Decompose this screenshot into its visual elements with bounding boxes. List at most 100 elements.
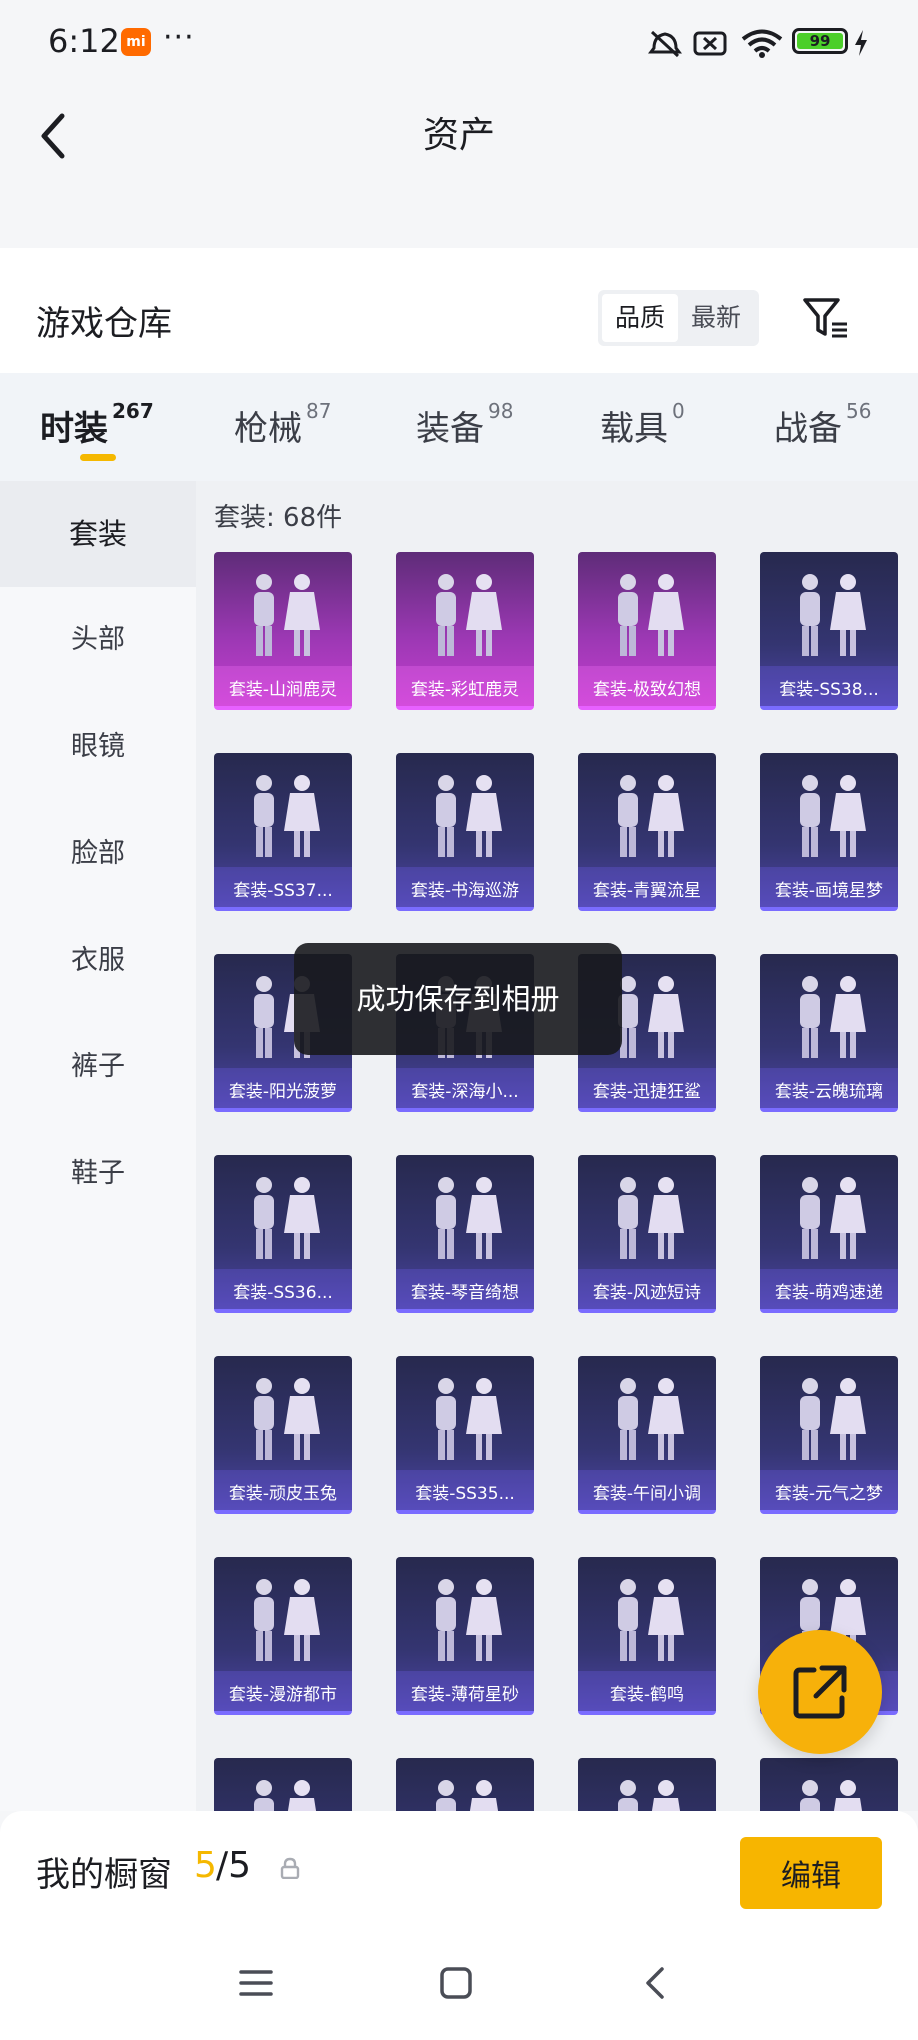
outfit-thumbnail-icon [436,1579,502,1661]
outfit-name: 套装-阳光菠萝 [228,1082,338,1102]
outfit-card[interactable]: 套装-云魄琉璃 [760,954,898,1112]
tab-count: 56 [846,399,872,423]
outfit-name: 套装-青翼流星 [592,881,702,901]
active-tab-indicator [80,454,116,461]
outfit-card[interactable]: 套装-元气之梦 [760,1356,898,1514]
tab-count: 0 [672,399,685,423]
wifi-icon [741,29,783,58]
outfit-thumbnail-icon [800,574,866,656]
sidebar-item-head[interactable]: 头部 [0,587,196,693]
tab-label: 时装 [40,409,108,449]
outfit-thumbnail-icon [618,1579,684,1661]
outfit-card[interactable]: 套装-风迹短诗 [578,1155,716,1313]
item-grid-panel: 套装: 68件 套装-山涧鹿灵 套装-彩虹鹿灵 套装-极致幻想 套装-SS38... 套… [196,481,918,1811]
sidebar-item-glasses[interactable]: 眼镜 [0,694,196,800]
edit-button[interactable]: 编辑 [740,1837,882,1909]
outfit-card[interactable]: 套装-青翼流星 [578,753,716,911]
outfit-name: 套装-迅捷狂鲨 [592,1082,702,1102]
outfit-thumbnail-icon [800,1378,866,1460]
tab-vehicles[interactable]: 载具 0 [600,399,685,450]
tab-weapons[interactable]: 枪械 87 [234,399,332,450]
sidebar-item-pants[interactable]: 裤子 [0,1014,196,1120]
showcase-label: 我的橱窗 [36,1855,172,1895]
outfit-name: 套装-午间小调 [592,1484,702,1504]
outfit-card[interactable] [396,1758,534,1811]
tab-label: 装备 [416,409,484,449]
sidebar-item-suits[interactable]: 套装 [0,481,196,587]
tab-count: 98 [488,399,514,423]
outfit-name: 套装-极致幻想 [592,680,702,700]
outfit-name: 套装-云魄琉璃 [774,1082,884,1102]
share-button[interactable] [758,1630,882,1754]
outfit-thumbnail-icon [618,775,684,857]
category-tabs: 时装 267 枪械 87 装备 98 载具 0 战备 56 [0,373,918,481]
battery-icon: 99 [792,28,848,54]
outfit-thumbnail-icon [800,775,866,857]
outfit-card[interactable]: 套装-彩虹鹿灵 [396,552,534,710]
sidebar-item-face[interactable]: 脸部 [0,801,196,907]
showcase-current-count: 5 [194,1845,217,1886]
outfit-thumbnail-icon [254,775,320,857]
outfit-card[interactable]: 套装-SS38... [760,552,898,710]
outfit-card[interactable]: 套装-午间小调 [578,1356,716,1514]
outfit-name: 套装-萌鸡速递 [774,1283,884,1303]
toast-message: 成功保存到相册 [294,943,622,1055]
outfit-name: 套装-深海小... [411,1082,519,1102]
charging-icon [855,30,867,56]
outfit-card[interactable] [760,1758,898,1811]
tab-supplies[interactable]: 战备 56 [774,399,872,450]
outfit-card[interactable]: 套装-琴音绮想 [396,1155,534,1313]
outfit-thumbnail-icon [618,1378,684,1460]
tab-count: 267 [112,399,154,423]
status-bar: 6:12 mi ··· 99 [0,0,918,84]
back-icon[interactable] [638,1965,674,2001]
outfit-card[interactable]: 套装-鹤鸣 [578,1557,716,1715]
outfit-name: 套装-彩虹鹿灵 [410,680,520,700]
outfit-thumbnail-icon [254,1579,320,1661]
outfit-card[interactable] [578,1758,716,1811]
tab-fashion[interactable]: 时装 267 [40,399,154,450]
outfit-card[interactable]: 套装-萌鸡速递 [760,1155,898,1313]
outfit-name: 套装-漫游都市 [228,1685,338,1705]
showcase-total-count: /5 [216,1845,252,1886]
app-header: 资产 [0,84,918,248]
outfit-card[interactable]: 套装-SS36... [214,1155,352,1313]
menu-icon[interactable] [238,1965,274,2001]
outfit-card[interactable] [214,1758,352,1811]
outfit-card[interactable]: 套装-顽皮玉兔 [214,1356,352,1514]
sidebar-item-clothes[interactable]: 衣服 [0,908,196,1014]
outfit-card[interactable]: 套装-薄荷星砂 [396,1557,534,1715]
outfit-name: 套装-画境星梦 [774,881,884,901]
home-icon[interactable] [438,1965,474,2001]
outfit-name: 套装-SS35... [415,1484,515,1504]
showcase-bar: 我的橱窗 5 /5 编辑 [0,1811,918,1935]
outfit-thumbnail-icon [618,1177,684,1259]
outfit-card[interactable]: 套装-画境星梦 [760,753,898,911]
outfit-name: 套装-书海巡游 [410,881,520,901]
outfit-thumbnail-icon [436,1177,502,1259]
outfit-thumbnail-icon [800,1780,863,1811]
system-nav-bar [0,1935,918,2040]
outfit-card[interactable]: 套装-极致幻想 [578,552,716,710]
sort-newest-button[interactable]: 最新 [678,294,754,342]
outfit-name: 套装-风迹短诗 [592,1283,702,1303]
outfit-thumbnail-icon [436,1378,502,1460]
outfit-card[interactable]: 套装-山涧鹿灵 [214,552,352,710]
lock-icon [280,1857,300,1879]
outfit-card[interactable]: 套装-书海巡游 [396,753,534,911]
more-notifications-icon: ··· [163,20,195,55]
outfit-card[interactable]: 套装-SS35... [396,1356,534,1514]
warehouse-title: 游戏仓库 [36,304,172,344]
filter-icon[interactable] [802,296,850,340]
outfit-thumbnail-icon [254,1780,317,1811]
sort-quality-button[interactable]: 品质 [602,294,678,342]
outfit-name: 套装-SS36... [233,1283,333,1303]
tab-count: 87 [306,399,332,423]
warehouse-header: 游戏仓库 品质 最新 [0,248,918,373]
tab-equipment[interactable]: 装备 98 [416,399,514,450]
outfit-card[interactable]: 套装-漫游都市 [214,1557,352,1715]
outfit-name: 套装-琴音绮想 [410,1283,520,1303]
sidebar-item-shoes[interactable]: 鞋子 [0,1121,196,1227]
outfit-card[interactable]: 套装-SS37... [214,753,352,911]
outfit-name: 套装-山涧鹿灵 [228,680,338,700]
